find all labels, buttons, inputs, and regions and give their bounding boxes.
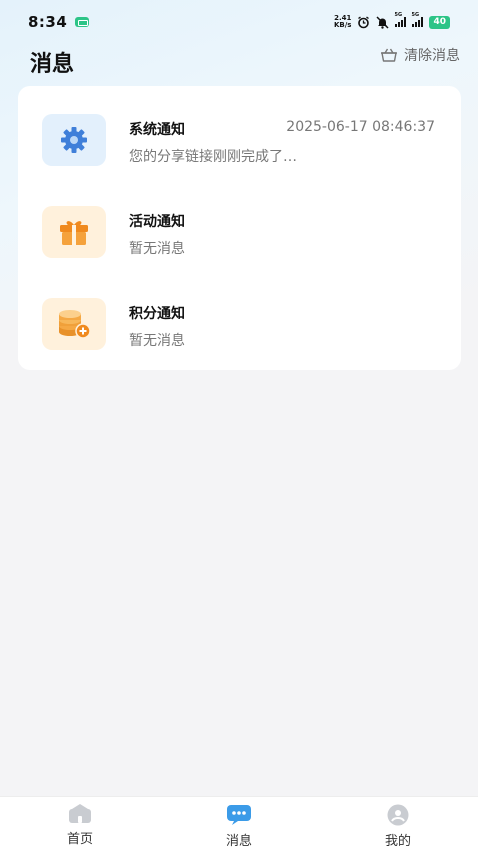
network-speed-unit: KB/s [333, 21, 352, 29]
message-preview: 您的分享链接刚刚完成了… [129, 149, 297, 165]
message-time: 2025-06-17 08:46:37 [286, 119, 435, 135]
signal-tag-2: 5G [411, 12, 420, 18]
signal-icon: 5G [394, 12, 407, 27]
home-icon [69, 804, 91, 823]
battery-indicator: 40 [429, 15, 450, 29]
message-title: 积分通知 [129, 306, 185, 322]
system-notice-icon-wrap [42, 114, 106, 166]
tab-messages[interactable]: 消息 [179, 797, 299, 850]
alarm-icon [358, 15, 370, 28]
status-bar: 8:34 2.41 KB/s 5G 5G 40 [0, 0, 478, 44]
page-title: 消息 [30, 52, 75, 77]
message-item-points[interactable]: 积分通知 暂无消息 [18, 270, 461, 362]
clear-messages-button[interactable]: 清除消息 [380, 45, 460, 65]
tab-home-label: 首页 [66, 832, 93, 847]
activity-notice-icon-wrap [42, 206, 106, 258]
message-preview: 暂无消息 [129, 241, 185, 257]
signal-tag: 5G [394, 12, 403, 18]
message-title: 系统通知 [129, 122, 185, 138]
signal-icon-2: 5G [411, 12, 424, 27]
message-title: 活动通知 [129, 214, 185, 230]
coins-icon [59, 310, 91, 339]
bottom-tab-bar: 首页 消息 我的 [0, 796, 478, 850]
tab-profile-label: 我的 [384, 834, 411, 849]
message-item-activity[interactable]: 活动通知 暂无消息 [18, 178, 461, 270]
message-list: 系统通知 2025-06-17 08:46:37 您的分享链接刚刚完成了… 活动… [18, 86, 461, 370]
chat-icon [227, 805, 251, 825]
status-time: 8:34 [28, 13, 68, 31]
page-header: 消息 清除消息 [0, 44, 478, 80]
gear-icon [61, 127, 87, 153]
network-speed: 2.41 KB/s [334, 15, 351, 29]
app-notification-icon [75, 17, 90, 27]
clear-messages-label: 清除消息 [404, 48, 460, 64]
gift-icon [60, 221, 88, 245]
message-preview: 暂无消息 [129, 333, 185, 349]
tab-messages-label: 消息 [225, 834, 252, 849]
mute-icon [376, 15, 389, 29]
points-notice-icon-wrap [42, 298, 106, 350]
basket-icon [381, 48, 397, 62]
message-item-system[interactable]: 系统通知 2025-06-17 08:46:37 您的分享链接刚刚完成了… [18, 86, 461, 178]
tab-profile[interactable]: 我的 [338, 797, 458, 850]
status-indicators: 2.41 KB/s 5G 5G 40 [334, 12, 450, 29]
profile-icon [387, 804, 409, 826]
tab-home[interactable]: 首页 [20, 797, 140, 850]
